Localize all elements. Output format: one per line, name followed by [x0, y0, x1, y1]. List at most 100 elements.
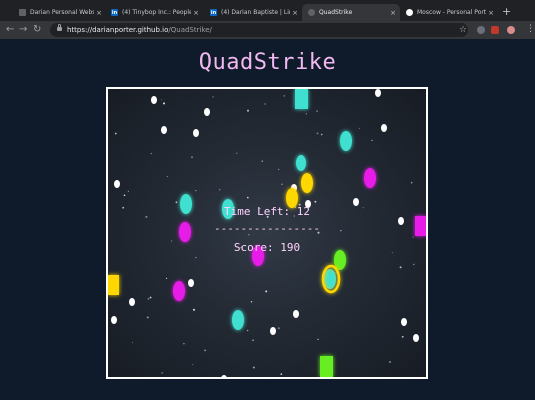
star-dot: [114, 132, 117, 135]
star-dot: [250, 301, 253, 303]
tab-close-icon[interactable]: ×: [290, 9, 298, 17]
profile-avatar[interactable]: [507, 26, 515, 34]
white-pellet: [270, 327, 276, 335]
doc-icon: [19, 9, 26, 16]
star-dot: [389, 361, 391, 363]
star-dot: [246, 196, 249, 199]
back-arrow-icon[interactable]: ←: [6, 24, 14, 36]
star-dot: [183, 342, 185, 345]
white-pellet: [188, 279, 194, 287]
browser-toolbar: ← → ↻ https://darianporter.github.io/Qua…: [0, 21, 535, 39]
browser-tab-bar: Darian Personal Website×in(4) Tinybop In…: [0, 0, 535, 21]
star-dot: [283, 95, 285, 97]
forward-arrow-icon[interactable]: →: [19, 24, 27, 36]
extension-icon[interactable]: [477, 26, 485, 34]
white-pellet: [375, 89, 381, 97]
star-dot: [281, 183, 283, 185]
star-dot: [358, 127, 360, 129]
tab-close-icon[interactable]: ×: [486, 9, 494, 17]
star-dot: [399, 266, 402, 269]
star-dot: [236, 152, 238, 155]
browser-tab[interactable]: in (4) Darian Baptiste | LinkedIn×: [204, 4, 302, 21]
star-dot: [127, 190, 130, 193]
cyan-block: [295, 89, 308, 109]
star-dot: [246, 329, 249, 332]
star-dot: [204, 349, 206, 352]
white-pellet: [114, 180, 120, 188]
menu-kebab-icon[interactable]: ⋮: [526, 24, 535, 34]
github-icon: [406, 9, 413, 16]
browser-tab[interactable]: in (4) Tinybop Inc.: People | Lin×: [105, 4, 203, 21]
address-bar[interactable]: https://darianporter.github.io/QuadStrik…: [50, 23, 468, 37]
star-dot: [410, 181, 413, 184]
globe-icon: [308, 9, 315, 16]
bookmark-star-icon[interactable]: ☆: [459, 25, 467, 35]
star-dot: [305, 113, 308, 115]
star-dot: [123, 194, 126, 197]
magenta-enemy: [364, 168, 376, 188]
star-dot: [195, 189, 197, 192]
star-dot: [161, 99, 163, 101]
tab-close-icon[interactable]: ×: [191, 9, 199, 17]
star-dot: [147, 297, 150, 300]
tab-title: QuadStrike: [319, 9, 353, 16]
tab-title: (4) Darian Baptiste | LinkedIn: [221, 9, 290, 16]
new-tab-icon[interactable]: +: [502, 5, 511, 18]
tab-title: (4) Tinybop Inc.: People | Lin: [122, 9, 191, 16]
score-text: Score: 190: [233, 241, 301, 254]
star-dot: [413, 263, 415, 266]
star-dot: [131, 342, 134, 344]
tab-close-icon[interactable]: ×: [388, 9, 396, 17]
star-dot: [192, 364, 194, 365]
white-pellet: [413, 334, 419, 342]
magenta-enemy: [173, 281, 185, 301]
star-dot: [149, 296, 152, 299]
star-dot: [219, 189, 221, 191]
divider-text: ----------------: [214, 222, 320, 235]
star-dot: [192, 308, 196, 311]
green-block: [320, 356, 333, 377]
cyan-enemy: [324, 269, 336, 289]
white-pellet: [151, 96, 157, 104]
star-dot: [412, 236, 414, 238]
browser-tab[interactable]: QuadStrike ×: [302, 4, 400, 21]
browser-tab[interactable]: Darian Personal Website×: [13, 4, 106, 21]
white-pellet: [193, 129, 199, 137]
star-dot: [335, 272, 337, 274]
star-dot: [277, 327, 280, 330]
game-canvas[interactable]: Time Left: 12 ---------------- Score: 19…: [106, 87, 428, 379]
cyan-enemy: [296, 155, 306, 171]
extension-icon[interactable]: [491, 26, 499, 34]
star-dot: [316, 132, 319, 135]
star-dot: [150, 152, 153, 155]
star-dot: [246, 109, 250, 112]
white-pellet: [293, 310, 299, 318]
star-dot: [195, 257, 197, 259]
white-pellet: [401, 318, 407, 326]
browser-tab[interactable]: Moscow - Personal Portfolio×: [400, 4, 498, 21]
star-dot: [165, 277, 168, 280]
star-dot: [162, 102, 166, 105]
tab-close-icon[interactable]: ×: [94, 9, 102, 17]
star-dot: [146, 316, 149, 319]
star-dot: [161, 372, 163, 374]
star-dot: [261, 160, 263, 162]
star-dot: [316, 110, 318, 112]
white-pellet: [161, 126, 167, 134]
white-pellet: [381, 124, 387, 132]
star-dot: [277, 168, 280, 171]
yellow-block: [108, 275, 119, 295]
star-dot: [371, 139, 373, 142]
star-dot: [175, 201, 178, 204]
reload-icon[interactable]: ↻: [33, 24, 41, 36]
star-dot: [265, 290, 268, 293]
star-dot: [320, 133, 323, 136]
yellow-enemy: [301, 173, 313, 193]
cyan-enemy: [232, 310, 244, 330]
linkedin-icon: in: [111, 9, 118, 16]
star-dot: [252, 339, 254, 342]
star-dot: [401, 335, 404, 338]
white-pellet: [129, 298, 135, 306]
star-dot: [317, 338, 319, 341]
tab-title: Darian Personal Website: [30, 9, 94, 16]
